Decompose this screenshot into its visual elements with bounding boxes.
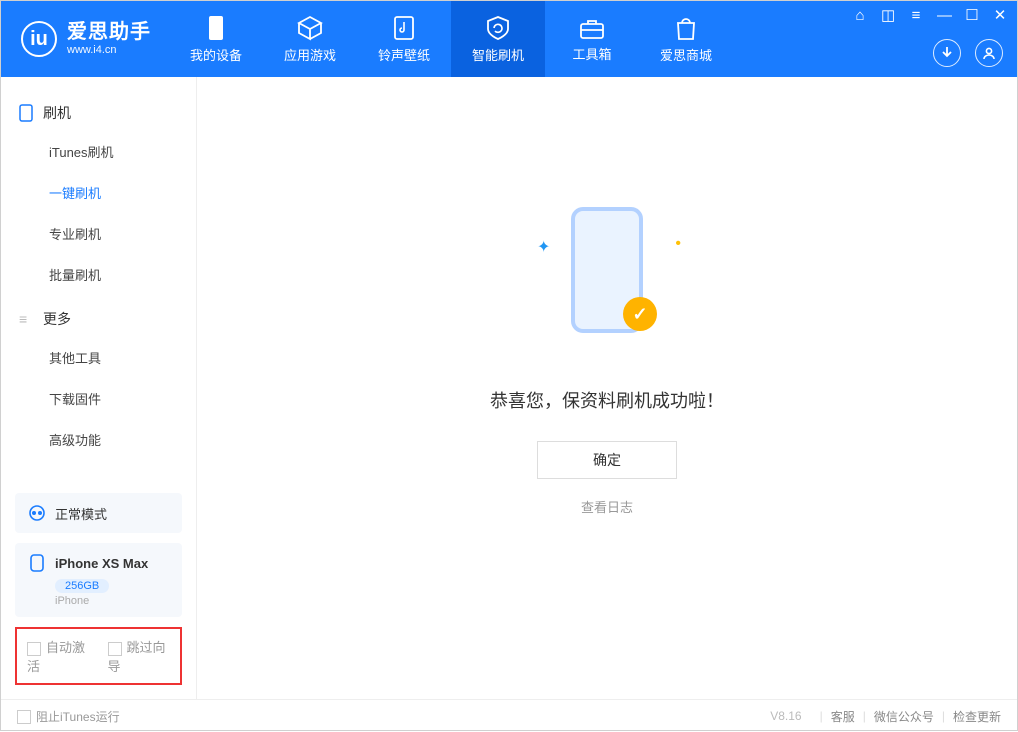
toolbox-icon (579, 16, 605, 40)
sidebar-section-more: ≡ 更多 (1, 301, 196, 337)
checkbox-auto-activate[interactable]: 自动激活 (27, 637, 90, 675)
tab-tools[interactable]: 工具箱 (545, 1, 639, 77)
sidebar-item-pro[interactable]: 专业刷机 (1, 213, 196, 254)
lock-icon[interactable]: ◫ (881, 9, 895, 23)
tab-ring[interactable]: 铃声壁纸 (357, 1, 451, 77)
device-name: iPhone XS Max (55, 556, 148, 571)
footer: 阻止iTunes运行 V8.16 | 客服 | 微信公众号 | 检查更新 (1, 699, 1017, 732)
menu-icon[interactable]: ≡ (909, 9, 923, 23)
shirt-icon[interactable]: ⌂ (853, 9, 867, 23)
view-log-link[interactable]: 查看日志 (581, 497, 633, 516)
bag-icon (674, 15, 698, 41)
download-icon (940, 46, 954, 60)
main-tabs: 我的设备 应用游戏 铃声壁纸 智能刷机 工具箱 爱思商城 (169, 1, 733, 77)
sparkle-icon: ✦ (537, 237, 550, 257)
check-badge-icon: ✓ (623, 297, 657, 331)
sidebar-item-advanced[interactable]: 高级功能 (1, 419, 196, 460)
success-message: 恭喜您，保资料刷机成功啦！ (490, 387, 724, 413)
checkbox-skip-guide[interactable]: 跳过向导 (108, 637, 171, 675)
sidebar-item-batch[interactable]: 批量刷机 (1, 254, 196, 295)
update-link[interactable]: 检查更新 (953, 708, 1001, 725)
device-card[interactable]: iPhone XS Max 256GB iPhone (15, 543, 182, 617)
tab-apps[interactable]: 应用游戏 (263, 1, 357, 77)
sidebar-item-itunes[interactable]: iTunes刷机 (1, 131, 196, 172)
mode-icon (27, 503, 47, 523)
mode-card[interactable]: 正常模式 (15, 493, 182, 533)
close-icon[interactable]: ✕ (993, 9, 1007, 23)
logo-icon: iu (21, 21, 57, 57)
wechat-link[interactable]: 微信公众号 (874, 708, 934, 725)
checkbox-block-itunes[interactable]: 阻止iTunes运行 (17, 708, 120, 725)
user-button[interactable] (975, 39, 1003, 67)
app-subtitle: www.i4.cn (67, 44, 151, 57)
sidebar-item-oneclick[interactable]: 一键刷机 (1, 172, 196, 213)
device-type: iPhone (55, 595, 170, 607)
mode-label: 正常模式 (55, 504, 107, 523)
user-icon (982, 46, 996, 60)
list-icon: ≡ (19, 311, 33, 327)
music-icon (392, 15, 416, 41)
sidebar-item-other[interactable]: 其他工具 (1, 337, 196, 378)
sidebar: 刷机 iTunes刷机 一键刷机 专业刷机 批量刷机 ≡ 更多 其他工具 下载固… (1, 77, 197, 699)
cube-icon (297, 15, 323, 41)
header-actions (933, 39, 1003, 67)
maximize-icon[interactable]: ☐ (965, 9, 979, 23)
phone-icon (205, 15, 227, 41)
window-controls: ⌂ ◫ ≡ — ☐ ✕ (853, 9, 1007, 23)
storage-badge: 256GB (55, 579, 109, 593)
main-content: ✦ • ✓ 恭喜您，保资料刷机成功啦！ 确定 查看日志 (197, 77, 1017, 699)
logo: iu 爱思助手 www.i4.cn (1, 21, 169, 57)
tab-flash[interactable]: 智能刷机 (451, 1, 545, 77)
tab-device[interactable]: 我的设备 (169, 1, 263, 77)
phone-small-icon (19, 104, 33, 122)
success-illustration: ✦ • ✓ (527, 197, 687, 357)
version-label: V8.16 (770, 709, 801, 723)
refresh-shield-icon (485, 15, 511, 41)
minimize-icon[interactable]: — (937, 9, 951, 23)
app-title: 爱思助手 (67, 21, 151, 44)
sparkle-icon: • (675, 235, 681, 253)
support-link[interactable]: 客服 (831, 708, 855, 725)
device-icon (27, 553, 47, 573)
tab-store[interactable]: 爱思商城 (639, 1, 733, 77)
ok-button[interactable]: 确定 (537, 441, 677, 479)
sidebar-section-flash: 刷机 (1, 95, 196, 131)
app-header: iu 爱思助手 www.i4.cn 我的设备 应用游戏 铃声壁纸 智能刷机 工具… (1, 1, 1017, 77)
options-box: 自动激活 跳过向导 (15, 627, 182, 685)
sidebar-item-firmware[interactable]: 下载固件 (1, 378, 196, 419)
download-button[interactable] (933, 39, 961, 67)
